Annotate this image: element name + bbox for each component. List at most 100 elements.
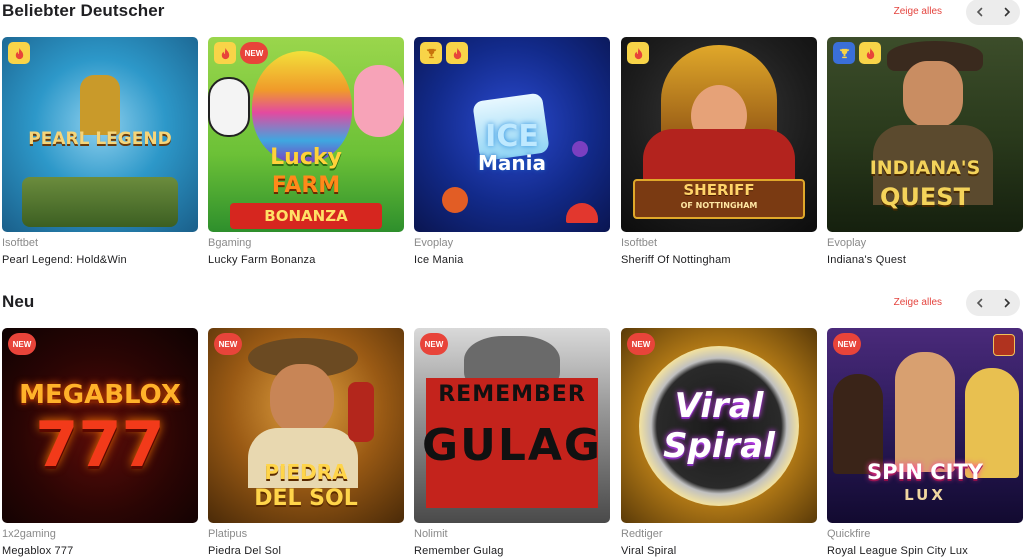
game-card[interactable]: ICE Mania Evoplay Ice Mania xyxy=(414,37,610,266)
game-title[interactable]: Viral Spiral xyxy=(621,545,817,557)
game-art-title: MEGABLOX xyxy=(19,380,181,410)
game-card[interactable]: SPIN CITY LUX NEW Quickfire Royal League… xyxy=(827,328,1023,557)
badge-group: NEW xyxy=(214,333,242,355)
game-thumbnail[interactable]: INDIANA'S QUEST xyxy=(827,37,1023,232)
game-thumbnail[interactable]: ICE Mania xyxy=(414,37,610,232)
game-card[interactable]: SHERIFF OF NOTTINGHAM Isoftbet Sheriff O… xyxy=(621,37,817,266)
game-thumbnail[interactable]: SPIN CITY LUX NEW xyxy=(827,328,1023,523)
badge-group: NEW xyxy=(420,333,448,355)
game-art-title: REMEMBER xyxy=(438,382,586,407)
badge-group xyxy=(8,42,30,64)
trophy-badge xyxy=(420,42,442,64)
game-art: PEARL LEGEND xyxy=(2,37,198,232)
game-art-title: LUX xyxy=(904,486,946,504)
game-art: MEGABLOX 777 xyxy=(2,328,198,523)
badge-group: NEW xyxy=(8,333,36,355)
game-thumbnail[interactable]: Lucky FARM BONANZA NEW xyxy=(208,37,404,232)
new-badge: NEW xyxy=(420,333,448,355)
prev-button[interactable] xyxy=(966,0,993,25)
fire-icon xyxy=(634,47,642,59)
game-thumbnail[interactable]: SHERIFF OF NOTTINGHAM xyxy=(621,37,817,232)
game-art: REMEMBER GULAG xyxy=(414,328,610,523)
game-art-title: BONANZA xyxy=(264,207,348,225)
game-art-title: 777 xyxy=(35,408,165,481)
game-provider: Bgaming xyxy=(208,237,252,249)
game-provider: Evoplay xyxy=(414,237,454,249)
show-all-link[interactable]: Zeige alles xyxy=(894,6,942,17)
badge-group: NEW xyxy=(833,333,861,355)
game-carousel: PEARL LEGEND Isoftbet Pearl Legend: Hold… xyxy=(0,37,1024,277)
game-art: SHERIFF OF NOTTINGHAM xyxy=(621,37,817,232)
new-badge: NEW xyxy=(8,333,36,355)
game-title[interactable]: Megablox 777 xyxy=(2,545,198,557)
game-card[interactable]: INDIANA'S QUEST Evoplay Indiana's Quest xyxy=(827,37,1023,266)
game-title[interactable]: Sheriff Of Nottingham xyxy=(621,254,817,266)
game-thumbnail[interactable]: PIEDRA DEL SOL NEW xyxy=(208,328,404,523)
provider-logo xyxy=(993,334,1015,356)
game-title[interactable]: Indiana's Quest xyxy=(827,254,1023,266)
game-art-title: OF NOTTINGHAM xyxy=(680,201,758,210)
game-provider: Isoftbet xyxy=(621,237,658,249)
fire-badge xyxy=(8,42,30,64)
game-provider: Redtiger xyxy=(621,528,663,540)
game-art: Viral Spiral xyxy=(621,328,817,523)
game-title[interactable]: Remember Gulag xyxy=(414,545,610,557)
game-card[interactable]: MEGABLOX 777 NEW 1x2gaming Megablox 777 xyxy=(2,328,198,557)
next-button[interactable] xyxy=(993,0,1020,25)
trophy-badge xyxy=(833,42,855,64)
game-card[interactable]: PIEDRA DEL SOL NEW Platipus Piedra Del S… xyxy=(208,328,404,557)
game-card[interactable]: REMEMBER GULAG NEW Nolimit Remember Gula… xyxy=(414,328,610,557)
game-thumbnail[interactable]: PEARL LEGEND xyxy=(2,37,198,232)
game-art: PIEDRA DEL SOL xyxy=(208,328,404,523)
chevron-right-icon xyxy=(1004,298,1010,308)
game-provider: 1x2gaming xyxy=(2,528,56,540)
next-button[interactable] xyxy=(993,290,1020,316)
section-title: Neu xyxy=(2,292,35,311)
game-thumbnail[interactable]: Viral Spiral NEW xyxy=(621,328,817,523)
trophy-icon xyxy=(839,48,849,58)
game-thumbnail[interactable]: REMEMBER GULAG NEW xyxy=(414,328,610,523)
show-all-link[interactable]: Zeige alles xyxy=(894,297,942,308)
fire-icon xyxy=(15,47,23,59)
prev-button[interactable] xyxy=(966,290,993,316)
game-art-title: PEARL LEGEND xyxy=(28,129,172,149)
section-title: Beliebter Deutscher xyxy=(2,1,165,20)
game-card[interactable]: Lucky FARM BONANZA NEW Bgaming Lucky Far… xyxy=(208,37,404,266)
game-art-title: Mania xyxy=(478,151,546,175)
game-carousel: MEGABLOX 777 NEW 1x2gaming Megablox 777 … xyxy=(0,328,1024,557)
section-header: Neu Zeige alles xyxy=(0,290,1024,317)
game-provider: Evoplay xyxy=(827,237,867,249)
fire-badge xyxy=(859,42,881,64)
new-badge: NEW xyxy=(833,333,861,355)
game-art: Lucky FARM BONANZA xyxy=(208,37,404,232)
game-card[interactable]: PEARL LEGEND Isoftbet Pearl Legend: Hold… xyxy=(2,37,198,266)
game-art-title: SHERIFF xyxy=(683,181,755,199)
game-art-title: Lucky xyxy=(270,145,342,170)
game-title[interactable]: Lucky Farm Bonanza xyxy=(208,254,404,266)
section-header: Beliebter Deutscher Zeige alles xyxy=(0,0,1024,26)
chevron-left-icon xyxy=(976,7,982,17)
badge-group xyxy=(627,42,649,64)
fire-badge xyxy=(627,42,649,64)
game-card[interactable]: Viral Spiral NEW Redtiger Viral Spiral xyxy=(621,328,817,557)
game-art-title: DEL SOL xyxy=(254,486,358,511)
game-art: ICE Mania xyxy=(414,37,610,232)
section-popular: Beliebter Deutscher Zeige alles PEARL LE… xyxy=(0,0,1024,266)
game-title[interactable]: Royal League Spin City Lux xyxy=(827,545,1023,557)
new-badge: NEW xyxy=(627,333,655,355)
game-art: SPIN CITY LUX xyxy=(827,328,1023,523)
fire-icon xyxy=(453,47,461,59)
game-thumbnail[interactable]: MEGABLOX 777 NEW xyxy=(2,328,198,523)
fire-icon xyxy=(866,47,874,59)
badge-group: NEW xyxy=(627,333,655,355)
game-title[interactable]: Ice Mania xyxy=(414,254,610,266)
new-badge: NEW xyxy=(214,333,242,355)
game-title[interactable]: Pearl Legend: Hold&Win xyxy=(2,254,198,266)
game-title[interactable]: Piedra Del Sol xyxy=(208,545,404,557)
new-badge: NEW xyxy=(240,42,268,64)
badge-group xyxy=(833,42,881,64)
game-provider: Quickfire xyxy=(827,528,871,540)
badge-group: NEW xyxy=(214,42,268,64)
game-art-title: QUEST xyxy=(880,183,970,211)
section-new: Neu Zeige alles MEGABLOX 777 NEW 1x2gami… xyxy=(0,290,1024,557)
